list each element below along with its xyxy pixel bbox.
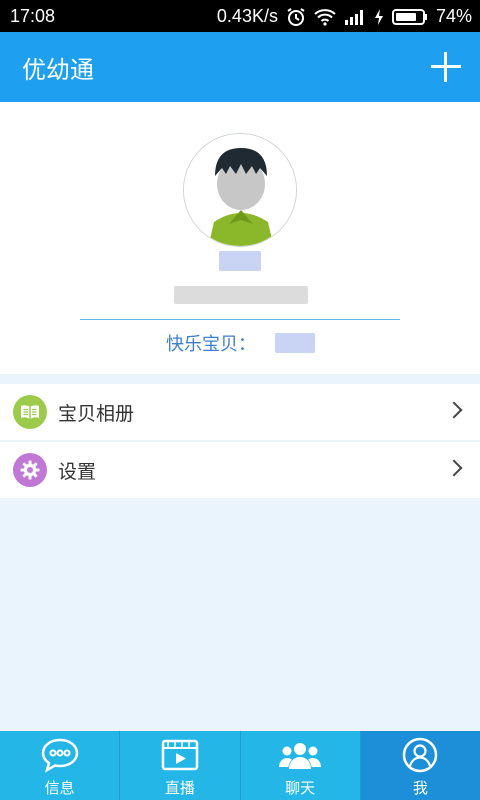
battery-percent: 74% [435,6,472,26]
video-icon [160,737,200,777]
profile-card: 快乐宝贝： [0,102,480,374]
chevron-right-icon [445,459,463,477]
menu-item-album-label: 宝贝相册 [58,403,135,425]
network-speed: 0.43K/s [216,6,278,26]
phone-number-redacted [174,286,308,304]
parent-name-redacted [219,251,261,271]
tab-live-label: 直播 [164,779,195,797]
baby-name-redacted [275,333,315,353]
message-icon [40,737,80,777]
tab-messages-label: 信息 [44,779,75,797]
status-time: 17:08 [10,6,56,26]
tab-me[interactable]: 我 [360,731,480,800]
wifi-icon [314,8,336,26]
status-bar: 17:08 0.43K/s 74% [0,0,480,32]
baby-label: 快乐宝贝： [166,334,256,355]
tab-live[interactable]: 直播 [120,731,241,800]
tab-chat[interactable]: 聊天 [240,731,361,800]
divider [80,319,400,320]
app-title: 优幼通 [22,56,94,84]
tab-messages[interactable]: 信息 [0,731,121,800]
status-icons: 0.43K/s 74% [217,6,472,27]
alarm-icon [286,7,306,27]
tab-chat-label: 聊天 [285,779,316,797]
person-icon [400,737,440,777]
bottom-tab-bar: 信息 直播 聊天 我 [0,731,480,800]
menu-item-settings[interactable]: 设置 [0,442,480,498]
child-avatar-icon [184,134,296,246]
charging-icon [374,8,384,25]
signal-icon [344,9,366,25]
chevron-right-icon [445,401,463,419]
gear-icon [13,453,47,487]
tab-me-label: 我 [412,779,428,797]
menu-item-settings-label: 设置 [58,461,97,483]
add-button[interactable] [428,49,464,85]
app-bar: 优幼通 [0,32,480,102]
people-icon [278,737,322,777]
avatar[interactable] [183,133,297,247]
battery-icon [391,8,428,25]
menu-item-album[interactable]: 宝贝相册 [0,384,480,440]
album-icon [13,395,47,429]
